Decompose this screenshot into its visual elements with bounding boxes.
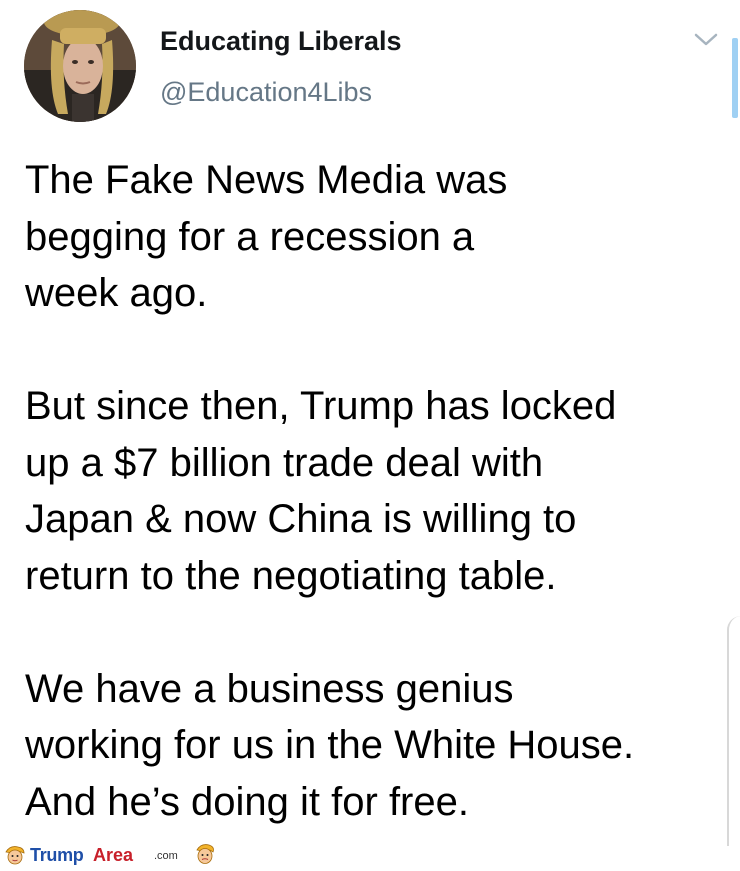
tweet-line: begging for a recession a bbox=[25, 214, 475, 259]
avatar-image bbox=[24, 10, 136, 122]
tweet-line: week ago. bbox=[25, 271, 208, 315]
tweet-line: We have a business genius bbox=[25, 666, 514, 711]
author-display-name[interactable]: Educating Liberals bbox=[160, 26, 402, 57]
tweet-line: working for us in the White House. bbox=[25, 723, 635, 767]
tweet-line: The Fake News Media was bbox=[25, 158, 508, 202]
tweet-line: But since then, Trump has locked bbox=[25, 384, 617, 428]
tweet-line: And he’s doing it for free. bbox=[25, 779, 469, 824]
watermark-domain-suffix: .com bbox=[154, 850, 178, 862]
card-edge-divider bbox=[727, 616, 740, 846]
trump-caricature-icon bbox=[4, 844, 26, 871]
watermark-brand-trump: Trump bbox=[30, 845, 84, 865]
chevron-down-icon[interactable] bbox=[693, 30, 719, 50]
tweet-line: Japan & now China is willing to bbox=[25, 497, 577, 541]
scroll-indicator[interactable] bbox=[732, 38, 738, 118]
trump-caricature-icon bbox=[194, 842, 216, 871]
author-handle[interactable]: @Education4Libs bbox=[160, 77, 372, 108]
watermark: Trump Area .com bbox=[0, 840, 230, 868]
tweet-line: up a $7 billion trade deal with bbox=[25, 440, 544, 485]
tweet-paragraph: The Fake News Media was begging for a re… bbox=[25, 152, 725, 322]
tweet-paragraph: But since then, Trump has locked up a $7… bbox=[25, 378, 725, 604]
avatar[interactable] bbox=[24, 10, 136, 122]
watermark-brand-area: Area bbox=[93, 845, 134, 865]
tweet-line: return to the negotiating table. bbox=[25, 553, 557, 598]
tweet-paragraph: We have a business genius working for us… bbox=[25, 661, 725, 831]
tweet-text: The Fake News Media was begging for a re… bbox=[25, 152, 725, 830]
